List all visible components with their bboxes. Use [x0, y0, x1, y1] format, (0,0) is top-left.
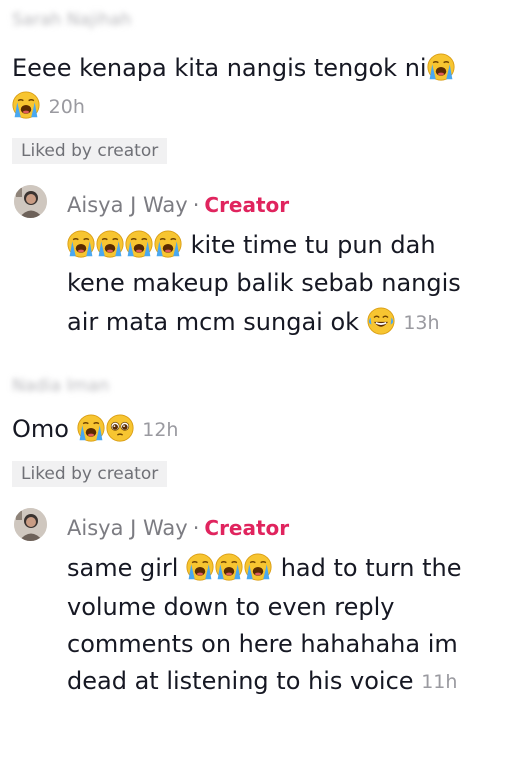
pleading-face-emoji	[106, 414, 134, 442]
comment-body: Eeee kenapa kita nangis tengok ni	[12, 49, 456, 87]
reply-text-line3: comments on here hahahaha im	[67, 630, 458, 658]
comment-text: Omo	[12, 415, 69, 443]
loudly-crying-face-emoji	[67, 230, 95, 258]
loudly-crying-face-emoji	[96, 230, 124, 258]
comment-timestamp: 12h	[142, 419, 179, 441]
loudly-crying-face-emoji	[77, 414, 105, 442]
avatar-image	[14, 508, 47, 541]
reply-text-line2: volume down to even reply	[67, 593, 395, 621]
reply-text-line1: kite time tu pun dah	[190, 231, 436, 259]
creator-label: Creator	[204, 193, 290, 217]
loudly-crying-face-emoji	[215, 553, 243, 581]
reply-author[interactable]: Aisya J Way	[67, 516, 188, 540]
reply-timestamp: 13h	[403, 312, 440, 334]
loudly-crying-face-emoji	[427, 53, 455, 81]
reply-line-1: kite time tu pun dah	[67, 227, 436, 265]
reply-timestamp: 11h	[421, 671, 458, 693]
reply-text-line1a: same girl	[67, 554, 179, 582]
comment-body: Omo 12h	[12, 410, 178, 449]
loudly-crying-face-emoji	[125, 230, 153, 258]
loudly-crying-face-emoji	[154, 230, 182, 258]
loudly-crying-face-emoji	[244, 553, 272, 581]
comment-body-line2: 20h	[12, 87, 85, 126]
reply-header: Aisya J Way · Creator	[67, 193, 289, 217]
comment-text: Eeee kenapa kita nangis tengok ni	[12, 54, 427, 82]
separator-dot: ·	[192, 516, 200, 540]
reply-header: Aisya J Way · Creator	[67, 516, 289, 540]
creator-avatar[interactable]	[14, 185, 47, 218]
loudly-crying-face-emoji	[186, 553, 214, 581]
liked-by-creator-badge: Liked by creator	[12, 138, 168, 164]
reply-line-4: dead at listening to his voice 11h	[67, 663, 457, 702]
separator-dot: ·	[192, 193, 200, 217]
reply-line-3: air mata mcm sungai ok 13h	[67, 304, 440, 343]
reply-line-1: same girl had to turn the	[67, 550, 462, 588]
reply-text-line1b: had to turn the	[280, 554, 462, 582]
avatar-image	[14, 185, 47, 218]
comment-author-blurred[interactable]: Nadia Iman	[12, 376, 109, 396]
reply-author[interactable]: Aisya J Way	[67, 193, 188, 217]
reply-text-line3: air mata mcm sungai ok	[67, 308, 360, 336]
face-with-tears-of-joy-emoji	[367, 307, 395, 335]
comment-author-blurred[interactable]: Sarah Najihah	[12, 10, 131, 30]
reply-text-line2: kene makeup balik sebab nangis	[67, 269, 461, 297]
loudly-crying-face-emoji	[12, 91, 40, 119]
reply-text-line4: dead at listening to his voice	[67, 667, 414, 695]
comment-timestamp: 20h	[48, 96, 85, 118]
creator-avatar[interactable]	[14, 508, 47, 541]
creator-label: Creator	[204, 516, 290, 540]
liked-by-creator-badge: Liked by creator	[12, 461, 168, 487]
